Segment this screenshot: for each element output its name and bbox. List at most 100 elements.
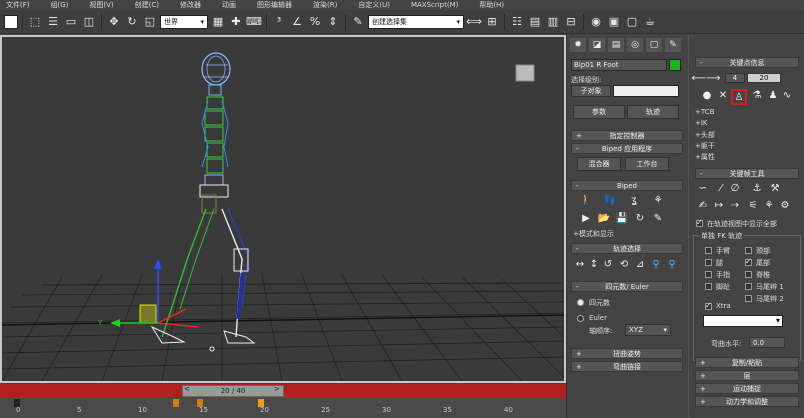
- convert-icon[interactable]: ↻: [633, 211, 647, 225]
- keytool-c-icon[interactable]: ⇢: [729, 199, 741, 211]
- tail-checkbox[interactable]: [745, 257, 752, 266]
- render-icon[interactable]: ☕: [642, 14, 658, 30]
- menu-view[interactable]: 视图(V): [89, 0, 113, 10]
- edit-named-selection-icon[interactable]: ✎: [350, 14, 366, 30]
- toolbar-dropdown-left[interactable]: [4, 14, 18, 29]
- twist-pose-rollout[interactable]: + 扭曲姿势: [571, 348, 683, 359]
- ponytail1-checkbox[interactable]: [745, 283, 752, 290]
- keytool-b-icon[interactable]: ↦: [713, 199, 725, 211]
- trajectories-icon[interactable]: ∿: [781, 89, 793, 101]
- layers-rollout[interactable]: + 层: [695, 370, 799, 381]
- mirror-keys-icon[interactable]: ∅: [729, 182, 741, 194]
- menu-animation[interactable]: 动画: [222, 0, 236, 10]
- select-icon[interactable]: ⬚: [27, 14, 43, 30]
- key-info-rollout[interactable]: - 关键点信息: [695, 57, 799, 68]
- layer-manager-icon[interactable]: ☷: [509, 14, 525, 30]
- spine-checkbox[interactable]: [745, 271, 752, 278]
- menu-maxscript[interactable]: MAXScript(M): [411, 1, 458, 9]
- graphite-icon[interactable]: ▤: [527, 14, 543, 30]
- biped-playback-icon[interactable]: ▶: [579, 211, 593, 225]
- axis-order-select[interactable]: XYZ ▾: [625, 324, 671, 336]
- body-rotation-icon[interactable]: ↺: [601, 257, 615, 271]
- mixer-button[interactable]: 混合器: [577, 157, 621, 171]
- motion-capture-rollout[interactable]: + 运动捕捉: [695, 383, 799, 394]
- scale-icon[interactable]: ◱: [142, 14, 158, 30]
- biped-app-rollout[interactable]: - Biped 应用程序: [571, 143, 683, 154]
- render-setup-icon[interactable]: ▣: [606, 14, 622, 30]
- keyboard-shortcut-icon[interactable]: ⌨: [246, 14, 262, 30]
- next-frame-button[interactable]: >: [274, 385, 280, 393]
- menu-graph-editors[interactable]: 图形编辑器: [257, 0, 292, 10]
- track-bar[interactable]: 0 5 10 15 20 25 30 35 40: [0, 398, 566, 418]
- params-tab[interactable]: 参数: [573, 105, 625, 119]
- prop-expander[interactable]: +属性: [695, 152, 715, 162]
- set-parents-icon[interactable]: ⚓: [751, 182, 763, 194]
- angle-snap-icon[interactable]: ∠: [289, 14, 305, 30]
- keytool-d-icon[interactable]: ⚟: [747, 199, 759, 211]
- perspective-viewport[interactable]: Y: [0, 35, 566, 383]
- menu-create[interactable]: 创建(C): [135, 0, 159, 10]
- anchor-icon[interactable]: ⚒: [769, 182, 781, 194]
- material-editor-icon[interactable]: ◉: [588, 14, 604, 30]
- window-crossing-icon[interactable]: ◫: [81, 14, 97, 30]
- mirror-icon[interactable]: ⟺: [466, 14, 482, 30]
- key-time-field[interactable]: 20: [747, 73, 781, 83]
- motion-tab-icon[interactable]: ◎: [627, 38, 643, 52]
- select-manipulate-icon[interactable]: ✚: [228, 14, 244, 30]
- biped-rollout[interactable]: - Biped: [571, 180, 683, 191]
- keyframe-marker[interactable]: [172, 399, 179, 407]
- move-icon[interactable]: ✥: [106, 14, 122, 30]
- menu-rendering[interactable]: 渲染(R): [313, 0, 337, 10]
- xtra-dropdown[interactable]: ▾: [703, 315, 783, 327]
- track-select-rollout[interactable]: - 轨迹选择: [571, 243, 683, 254]
- selection-level-button[interactable]: 子对象: [571, 85, 611, 97]
- prev-next-key-icon[interactable]: ⟵⟶: [692, 73, 721, 84]
- time-slider[interactable]: 20 / 40: [182, 385, 284, 397]
- bend-level-field[interactable]: 0.0: [749, 337, 785, 348]
- snap-icon[interactable]: ³: [271, 14, 287, 30]
- biped-character[interactable]: [150, 52, 256, 352]
- assign-controller-rollout[interactable]: + 指定控制器: [571, 130, 683, 141]
- ponytail2-checkbox[interactable]: [745, 295, 752, 302]
- utilities-tab-icon[interactable]: ✎: [665, 38, 681, 52]
- menu-group[interactable]: 组(G): [51, 0, 69, 10]
- rotate-icon[interactable]: ↻: [124, 14, 140, 30]
- hierarchy-tab-icon[interactable]: ▤: [608, 38, 624, 52]
- body-expander[interactable]: +躯干: [695, 141, 715, 151]
- clear-selected-icon[interactable]: ⁄: [715, 182, 727, 194]
- key-number-field[interactable]: 4: [725, 73, 745, 83]
- neck-checkbox[interactable]: [745, 247, 752, 254]
- quat-euler-rollout[interactable]: - 四元数/ Euler: [571, 281, 683, 292]
- keytool-e-icon[interactable]: ⚘: [763, 199, 775, 211]
- opposite-icon[interactable]: ⚲: [649, 257, 663, 271]
- ref-coord-select[interactable]: 世界 ▾: [160, 14, 208, 29]
- toes-checkbox[interactable]: [705, 283, 712, 290]
- motion-flow-icon[interactable]: ʓ: [627, 193, 641, 207]
- clear-keys-icon[interactable]: ∽: [697, 182, 709, 194]
- footstep-mode-icon[interactable]: 👣: [603, 193, 617, 207]
- xtra-checkbox[interactable]: [705, 301, 712, 310]
- legs-checkbox[interactable]: [705, 259, 712, 266]
- arms-checkbox[interactable]: [705, 247, 712, 254]
- menu-customize[interactable]: 自定义(U): [358, 0, 390, 10]
- dynamics-rollout[interactable]: + 动力学和调整: [695, 396, 799, 407]
- trajectories-tab[interactable]: 轨迹: [627, 105, 679, 119]
- menu-file[interactable]: 文件(F): [6, 0, 30, 10]
- transform-gizmo[interactable]: Y: [97, 259, 199, 328]
- body-horizontal-icon[interactable]: ↔: [573, 257, 587, 271]
- move-all-icon[interactable]: ✎: [651, 211, 665, 225]
- percent-snap-icon[interactable]: %: [307, 14, 323, 30]
- rect-select-icon[interactable]: ▭: [63, 14, 79, 30]
- tcb-expander[interactable]: +TCB: [695, 108, 714, 116]
- body-vertical-icon[interactable]: ↕: [587, 257, 601, 271]
- copy-paste-rollout[interactable]: + 复制/粘贴: [695, 357, 799, 368]
- curve-editor-icon[interactable]: ▥: [545, 14, 561, 30]
- symmetrical-icon[interactable]: ⊿: [633, 257, 647, 271]
- modify-tab-icon[interactable]: ◪: [589, 38, 605, 52]
- schematic-view-icon[interactable]: ⊟: [563, 14, 579, 30]
- keyframe-marker[interactable]: [258, 399, 264, 407]
- spinner-snap-icon[interactable]: ⇕: [325, 14, 341, 30]
- lock-cob-icon[interactable]: ⟲: [617, 257, 631, 271]
- align-icon[interactable]: ⊞: [484, 14, 500, 30]
- euler-radio[interactable]: [577, 315, 584, 322]
